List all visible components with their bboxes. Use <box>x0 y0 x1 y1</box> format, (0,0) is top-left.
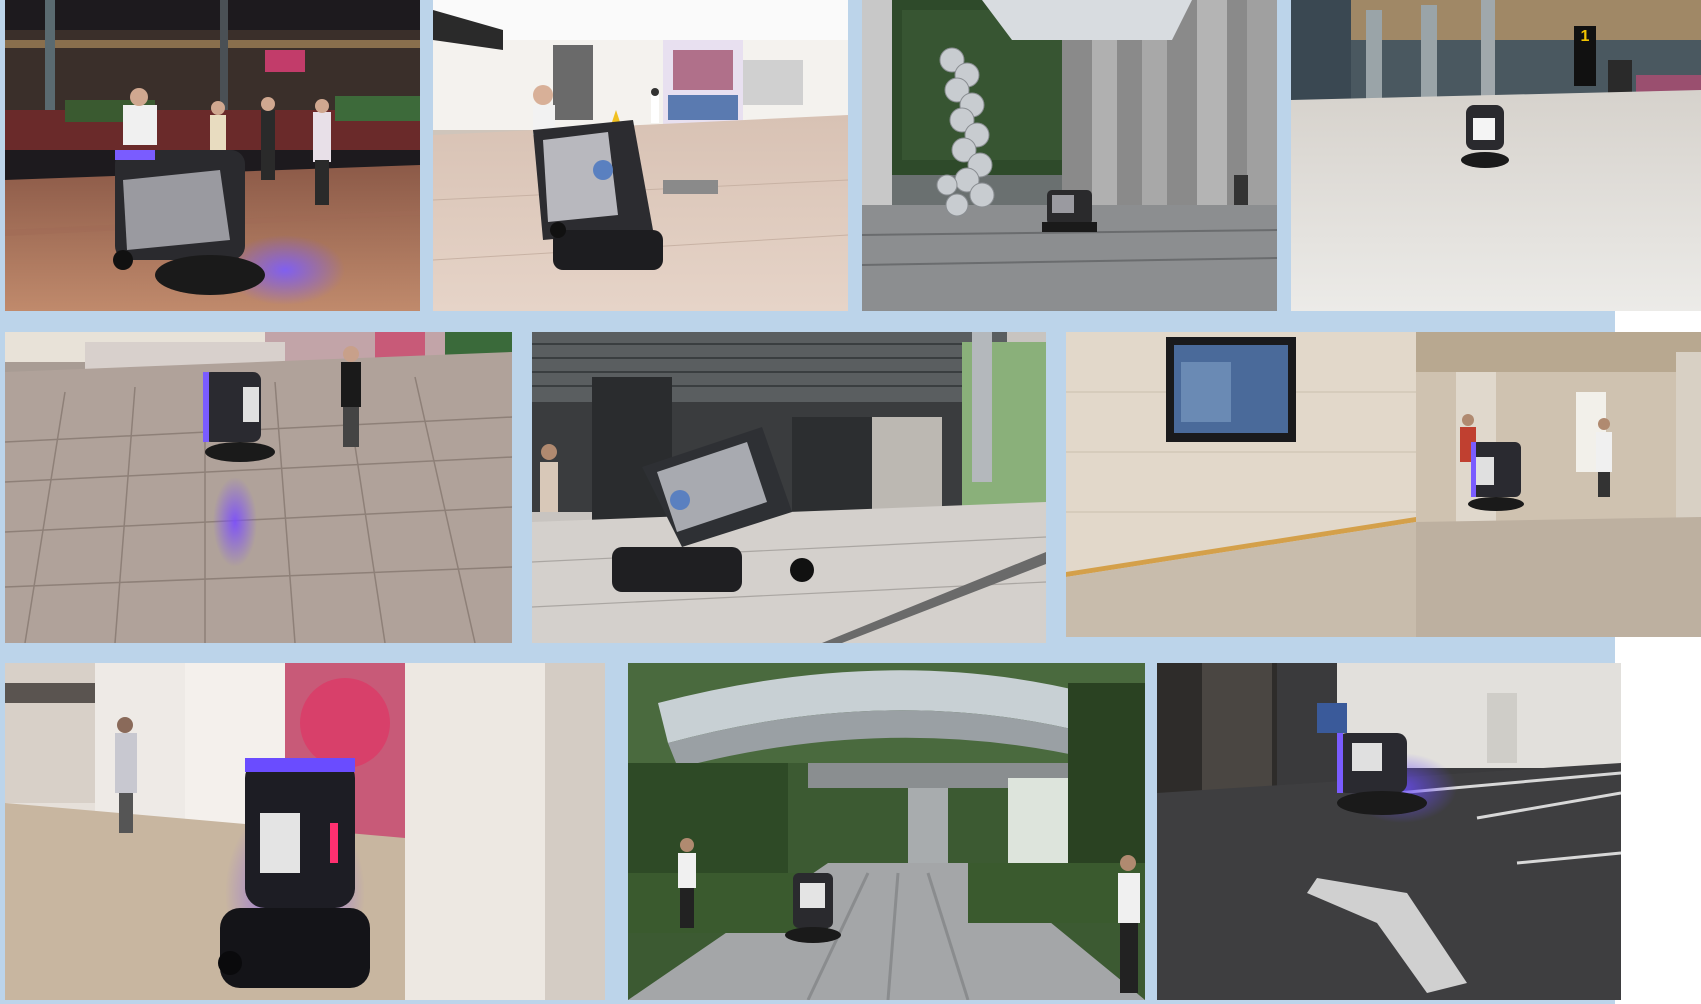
photo-tiled-corridor <box>5 332 512 643</box>
photo-gallery-wall <box>5 663 605 1000</box>
photo-airport-terminal: 1 <box>1291 0 1701 311</box>
photo-marble-lobby <box>1066 332 1701 637</box>
photo-indoor-hall <box>433 0 848 311</box>
gate-sign: 1 <box>1580 28 1590 45</box>
photo-sculpture-courtyard <box>862 0 1277 311</box>
photo-garden-walkway <box>628 663 1145 1000</box>
photo-car-park <box>1157 663 1621 1000</box>
photo-building-exterior <box>532 332 1046 643</box>
photo-night-plaza <box>5 0 420 311</box>
